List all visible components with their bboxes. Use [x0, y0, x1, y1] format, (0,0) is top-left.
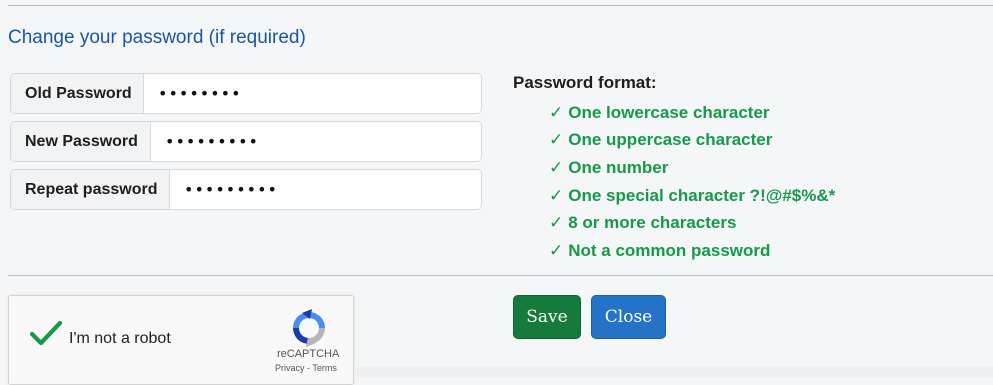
old-password-group: Old Password: [10, 73, 482, 114]
check-icon: ✓: [549, 130, 564, 151]
password-rule-item: ✓ Not a common password: [549, 237, 835, 265]
save-button[interactable]: Save: [513, 295, 581, 339]
password-rule-text: 8 or more characters: [568, 213, 737, 233]
old-password-label: Old Password: [11, 74, 144, 113]
password-rule-item: ✓ One uppercase character: [549, 127, 835, 155]
check-icon: ✓: [549, 213, 564, 234]
new-password-input[interactable]: [151, 122, 481, 161]
check-icon: ✓: [549, 157, 564, 178]
password-rule-item: ✓ One lowercase character: [549, 99, 835, 127]
password-rule-item: ✓ One special character ?!@#$%&*: [549, 182, 835, 210]
recaptcha-checkmark-icon[interactable]: [29, 318, 63, 348]
close-button[interactable]: Close: [591, 295, 666, 339]
recaptcha-label: I'm not a robot: [69, 330, 171, 347]
password-rules-list: ✓ One lowercase character ✓ One uppercase …: [549, 99, 835, 265]
check-icon: ✓: [549, 185, 564, 206]
bottom-strip: [354, 367, 993, 377]
mid-divider: [8, 275, 993, 276]
password-rule-text: One lowercase character: [568, 102, 770, 122]
password-rule-item: ✓ 8 or more characters: [549, 209, 835, 237]
repeat-password-label: Repeat password: [11, 170, 170, 209]
new-password-label: New Password: [11, 122, 151, 161]
password-rule-text: One special character ?!@#$%&*: [568, 185, 836, 205]
recaptcha-widget: I'm not a robot reCAPTCHA Privacy - Term…: [8, 295, 354, 385]
password-rule-text: One uppercase character: [568, 130, 773, 150]
password-format-title: Password format:: [513, 73, 657, 92]
section-heading: Change your password (if required): [8, 27, 306, 48]
repeat-password-group: Repeat password: [10, 169, 482, 210]
top-divider: [8, 5, 993, 6]
password-rule-text: One number: [568, 157, 669, 177]
check-icon: ✓: [549, 240, 564, 261]
repeat-password-input[interactable]: [170, 170, 481, 209]
recaptcha-brand: reCAPTCHA: [277, 348, 340, 360]
check-icon: ✓: [549, 102, 564, 123]
recaptcha-links[interactable]: Privacy - Terms: [275, 363, 337, 373]
recaptcha-logo-icon: [293, 309, 325, 347]
old-password-input[interactable]: [144, 74, 481, 113]
new-password-group: New Password: [10, 121, 482, 162]
password-rule-item: ✓ One number: [549, 154, 835, 182]
password-rule-text: Not a common password: [568, 240, 771, 260]
